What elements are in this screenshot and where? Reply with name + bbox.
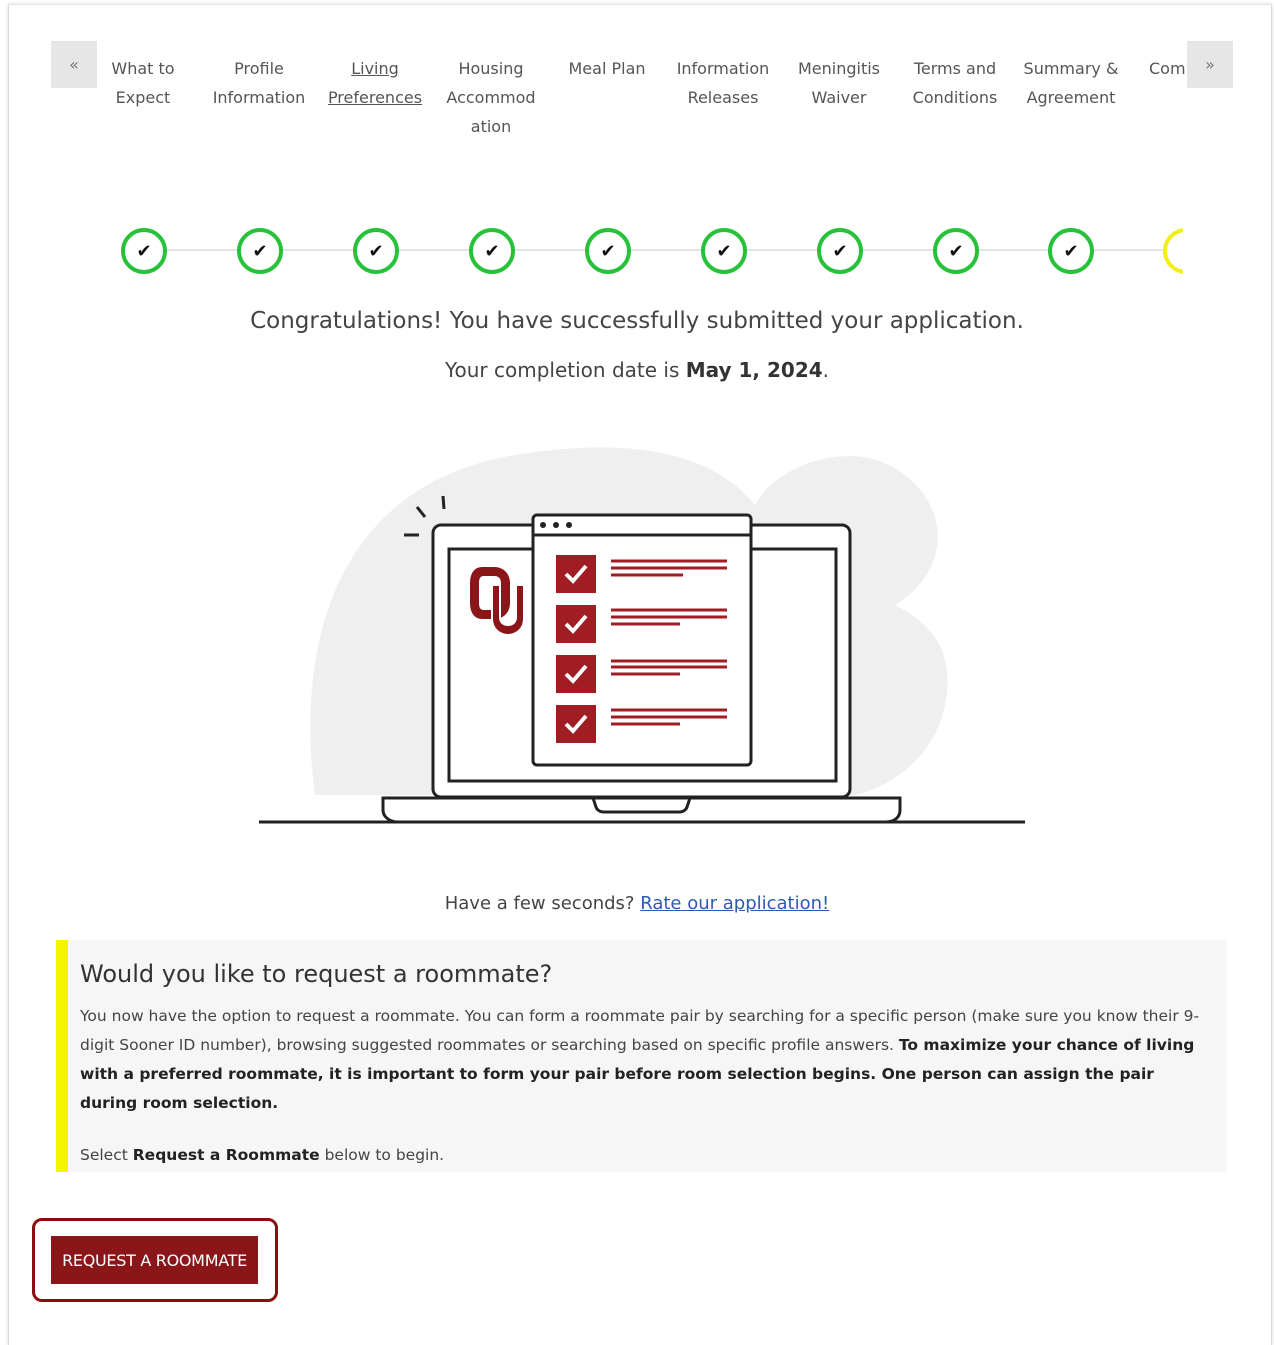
checkmark-icon: ✔ [716,240,732,262]
step-complete-icon: ✔ [817,228,863,274]
progress-track [145,249,1175,251]
checkmark-icon: ✔ [832,240,848,262]
next-step-button[interactable]: » [1187,41,1233,88]
checkmark-icon: ✔ [136,240,152,262]
rate-application-prompt: Have a few seconds? Rate our application… [0,893,1274,914]
tab-terms-and-conditions[interactable]: Terms and Conditions [897,54,1013,112]
instruction-suffix: below to begin. [319,1146,445,1164]
roommate-callout: Would you like to request a roommate? Yo… [56,940,1227,1172]
step-complete-icon: ✔ [353,228,399,274]
checkmark-icon: ✔ [252,240,268,262]
success-message: Congratulations! You have successfully s… [250,308,1024,334]
checkmark-icon: ✔ [948,240,964,262]
completion-date-prefix: Your completion date is [444,358,686,382]
step-tabs: What to Expect Profile Information Livin… [0,54,1274,154]
step-complete-icon: ✔ [469,228,515,274]
completion-date: May 1, 2024 [685,358,823,382]
tab-what-to-expect[interactable]: What to Expect [85,54,201,112]
step-complete-icon: ✔ [121,228,167,274]
laptop-checklist-illustration [259,447,1025,824]
step-complete-icon: ✔ [701,228,747,274]
rate-prefix: Have a few seconds? [444,893,641,914]
tab-profile-information[interactable]: Profile Information [201,54,317,112]
roommate-callout-title: Would you like to request a roommate? [80,960,553,988]
instruction-bold: Request a Roommate [132,1146,320,1164]
double-chevron-right-icon: » [1205,55,1215,74]
tab-living-preferences[interactable]: Living Preferences [317,54,433,112]
tab-information-releases[interactable]: Information Releases [665,54,781,112]
step-current-icon [1163,228,1183,274]
checkmark-icon: ✔ [368,240,384,262]
tab-summary-agreement[interactable]: Summary & Agreement [1013,54,1129,112]
roommate-callout-body: You now have the option to request a roo… [80,1002,1213,1118]
step-complete-icon: ✔ [933,228,979,274]
checkmark-icon: ✔ [484,240,500,262]
tab-housing-accommodation[interactable]: Housing Accommod ation [433,54,549,141]
instruction-prefix: Select [80,1146,133,1164]
completion-date-message: Your completion date is May 1, 2024. [0,358,1274,382]
step-complete-icon: ✔ [585,228,631,274]
sparkle-icon [441,495,446,510]
completion-date-suffix: . [822,358,830,382]
step-complete-icon: ✔ [237,228,283,274]
tab-meal-plan[interactable]: Meal Plan [549,54,665,83]
tab-meningitis-waiver[interactable]: Meningitis Waiver [781,54,897,112]
request-roommate-button[interactable]: REQUEST A ROOMMATE [51,1236,258,1284]
checkmark-icon: ✔ [600,240,616,262]
tab-complete[interactable]: Com [1149,54,1185,83]
step-complete-icon: ✔ [1048,228,1094,274]
rate-application-link[interactable]: Rate our application! [640,893,829,914]
checkmark-icon: ✔ [1063,240,1079,262]
roommate-instruction: Select Request a Roommate below to begin… [80,1141,1213,1170]
